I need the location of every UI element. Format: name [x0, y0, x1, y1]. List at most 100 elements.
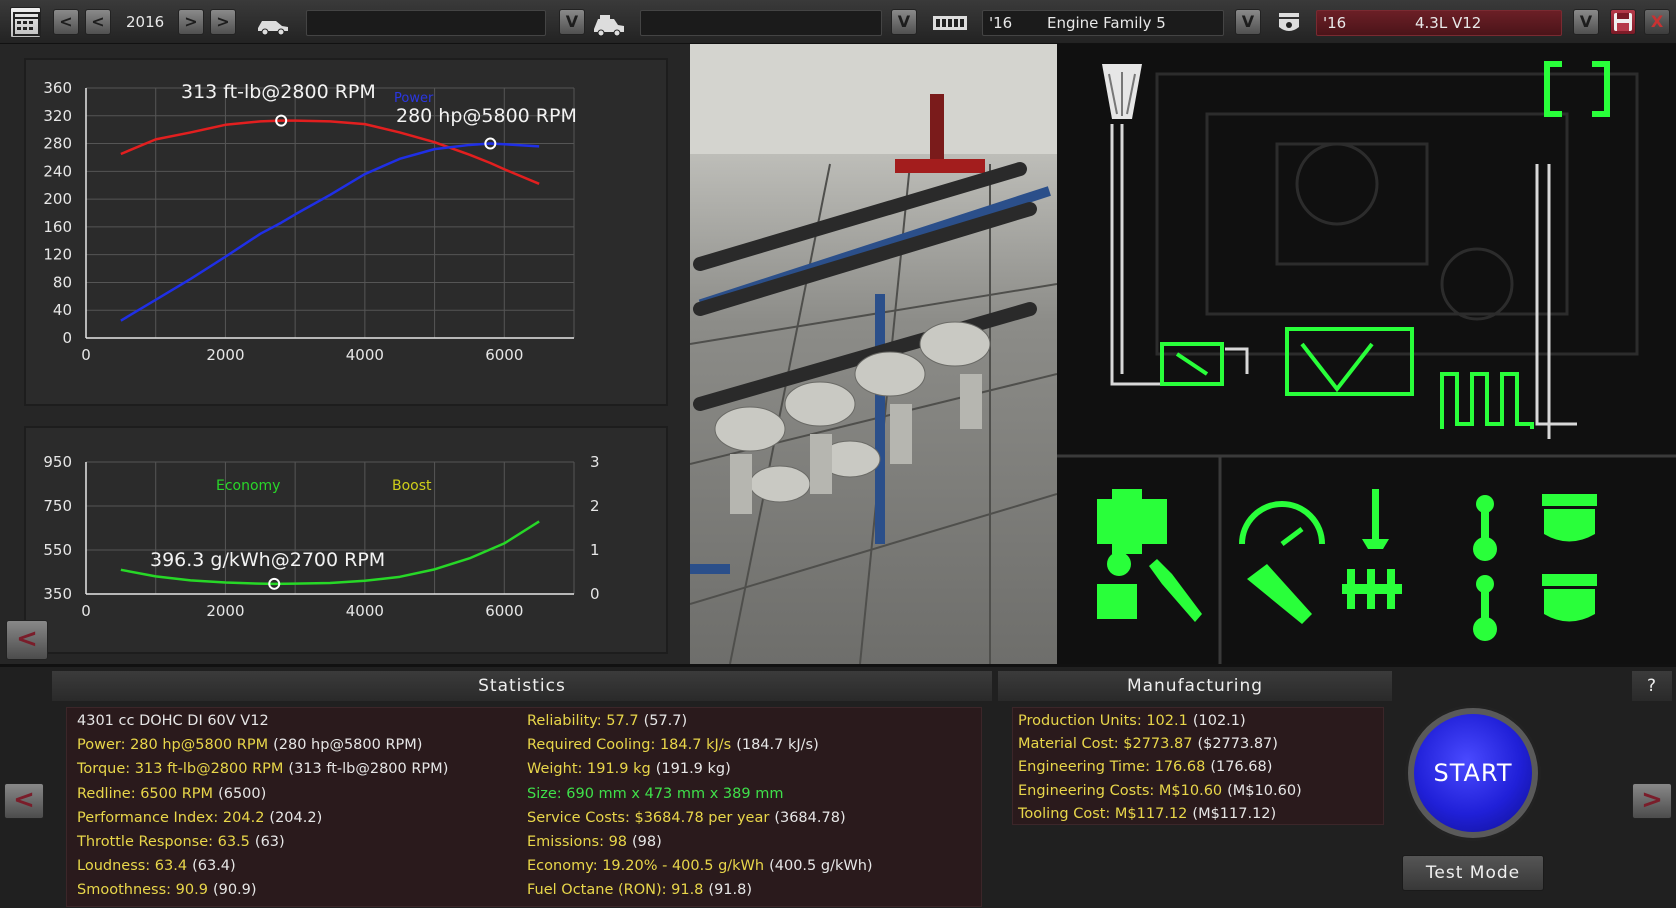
- help-button[interactable]: ?: [1632, 671, 1672, 701]
- engine-variant-field[interactable]: '16 4.3L V12: [1316, 10, 1562, 36]
- economy-chart-box: 350 550 750 950 0 2000 4000 6000 0 1 2 3 Economy Boos…: [24, 426, 668, 654]
- manufacturing-header: Manufacturing: [998, 671, 1392, 701]
- stat-value: (176.68): [1210, 759, 1273, 776]
- x-tick-label: 0: [81, 346, 91, 364]
- chart-back-button[interactable]: <: [6, 620, 48, 660]
- stat-value: (184.7 kJ/s): [736, 737, 819, 754]
- y-tick-label: 950: [43, 453, 72, 471]
- y-tick-label: 200: [43, 190, 72, 208]
- engine-block-icon: [932, 13, 968, 37]
- stat-row: Production Units: 102.1 (102.1): [1018, 713, 1246, 729]
- stat-label: Production Units: 102.1: [1018, 713, 1188, 729]
- engine-family-field[interactable]: '16 Engine Family 5: [982, 10, 1224, 36]
- y-tick-label: 360: [43, 79, 72, 97]
- tuning-wrench-icon[interactable]: [1247, 564, 1312, 624]
- y-tick-label: 350: [43, 585, 72, 603]
- stat-label: Performance Index: 204.2: [77, 809, 265, 826]
- stat-label: Required Cooling: 184.7 kJ/s: [527, 737, 732, 754]
- stat-label: Redline: 6500 RPM: [77, 785, 214, 802]
- stat-value: (98): [632, 834, 662, 850]
- y-tick-label: 750: [43, 497, 72, 515]
- torque-peak-annotation: 313 ft-lb@2800 RPM: [181, 81, 376, 103]
- engine-variant-name: 4.3L V12: [1415, 14, 1482, 32]
- engine-family-dropdown-button[interactable]: V: [1235, 9, 1261, 35]
- connecting-rod-2-icon[interactable]: [1473, 575, 1497, 641]
- engine-block-tab-icon[interactable]: [1097, 489, 1167, 554]
- gauge-icon[interactable]: [1239, 501, 1325, 546]
- stat-value: (191.9 kg): [655, 761, 731, 778]
- stat-label: Size: 690 mm x 473 mm x 389 mm: [527, 785, 784, 802]
- stat-row: 4301 cc DOHC DI 60V V12: [77, 713, 274, 729]
- y-tick-label: 120: [43, 246, 72, 264]
- spark-plug-icon[interactable]: [1149, 559, 1202, 622]
- valve-icon[interactable]: [1362, 489, 1389, 549]
- intake-manifold-icon[interactable]: [1285, 327, 1414, 396]
- car-model-field[interactable]: [306, 10, 546, 36]
- stat-value: (63.4): [192, 858, 236, 875]
- y-tick-label: 80: [53, 273, 72, 291]
- stat-label: Torque: 313 ft-lb@2800 RPM: [77, 761, 284, 778]
- air-filter-icon[interactable]: [1102, 64, 1142, 119]
- engine-charts-panel: 0 40 80 120 160 200 240 280 320 360 0 2000 4000 6000 3…: [0, 44, 690, 664]
- exhaust-manifold-icon[interactable]: [1440, 372, 1534, 429]
- engine-3d-viewport[interactable]: [690, 44, 1057, 664]
- prev-page-button[interactable]: <: [4, 783, 44, 819]
- stat-label: Weight: 191.9 kg: [527, 761, 651, 778]
- stat-value: (57.7): [643, 713, 688, 729]
- stat-row: Size: 690 mm x 473 mm x 389 mm: [527, 786, 788, 802]
- stat-row: Engineering Costs: M$10.60 (M$10.60): [1018, 783, 1302, 799]
- year-next-fast-button[interactable]: >: [210, 9, 236, 35]
- car-model-dropdown-button[interactable]: V: [559, 9, 585, 35]
- engine-render: [690, 44, 1057, 664]
- x-tick-label: 2000: [206, 346, 244, 364]
- economy-min-annotation: 396.3 g/kWh@2700 RPM: [150, 549, 385, 571]
- schematic-diagram: [1057, 61, 1676, 664]
- year-prev-fast-button[interactable]: <: [53, 9, 79, 35]
- piston-2-tab-icon[interactable]: [1542, 574, 1597, 622]
- stat-value: ($2773.87): [1197, 736, 1278, 753]
- calendar-icon[interactable]: [10, 7, 41, 38]
- x-tick-label: 4000: [346, 602, 384, 620]
- piston-tab-icon[interactable]: [1542, 494, 1597, 542]
- engine-variant-dropdown-button[interactable]: V: [1573, 9, 1599, 35]
- stat-row: Tooling Cost: M$117.12 (M$117.12): [1018, 806, 1276, 822]
- year-next-button[interactable]: >: [178, 9, 204, 35]
- save-button[interactable]: [1610, 9, 1636, 35]
- exhaust-icon[interactable]: [1544, 61, 1610, 117]
- test-mode-button[interactable]: Test Mode: [1402, 855, 1544, 891]
- car-trim-dropdown-button[interactable]: V: [891, 9, 917, 35]
- car-trim-field[interactable]: [640, 10, 882, 36]
- power-peak-annotation: 280 hp@5800 RPM: [396, 105, 577, 127]
- year-prev-button[interactable]: <: [85, 9, 111, 35]
- year-field: 2016: [116, 10, 178, 36]
- stat-value: (313 ft-lb@2800 RPM): [288, 761, 449, 778]
- stat-row: Power: 280 hp@5800 RPM (280 hp@5800 RPM): [77, 737, 422, 753]
- stat-row: Redline: 6500 RPM (6500): [77, 786, 266, 802]
- y-tick-label: 40: [53, 301, 72, 319]
- engine-family-name: Engine Family 5: [1047, 14, 1166, 32]
- statistics-header: Statistics: [52, 671, 992, 701]
- stat-row: Required Cooling: 184.7 kJ/s (184.7 kJ/s): [527, 737, 819, 753]
- next-page-button[interactable]: >: [1632, 783, 1672, 819]
- car-trim-icon: [592, 13, 626, 41]
- start-button[interactable]: START: [1408, 708, 1538, 838]
- y2-tick-label: 3: [590, 453, 600, 471]
- stat-row: Smoothness: 90.9 (90.9): [77, 882, 257, 898]
- x-tick-label: 0: [81, 602, 91, 620]
- y-tick-label: 550: [43, 541, 72, 559]
- stat-label: Tooling Cost: M$117.12: [1018, 805, 1188, 822]
- connecting-rod-icon[interactable]: [1473, 495, 1497, 561]
- piston-icon: [1276, 11, 1302, 41]
- stat-label: Throttle Response: 63.5: [77, 834, 250, 850]
- stat-value: (102.1): [1192, 713, 1246, 729]
- fuel-icon[interactable]: [1097, 552, 1137, 619]
- stat-value: (91.8): [708, 882, 753, 899]
- series-line-power: [120, 142, 540, 322]
- stat-row: Material Cost: $2773.87 ($2773.87): [1018, 736, 1278, 752]
- close-button[interactable]: X: [1644, 9, 1670, 35]
- stat-value: (204.2): [269, 809, 323, 826]
- camshaft-icon[interactable]: [1342, 569, 1402, 609]
- year-value: 2016: [126, 13, 165, 31]
- stat-label: Service Costs: $3684.78 per year: [527, 809, 770, 826]
- stat-row: Service Costs: $3684.78 per year (3684.78…: [527, 810, 846, 826]
